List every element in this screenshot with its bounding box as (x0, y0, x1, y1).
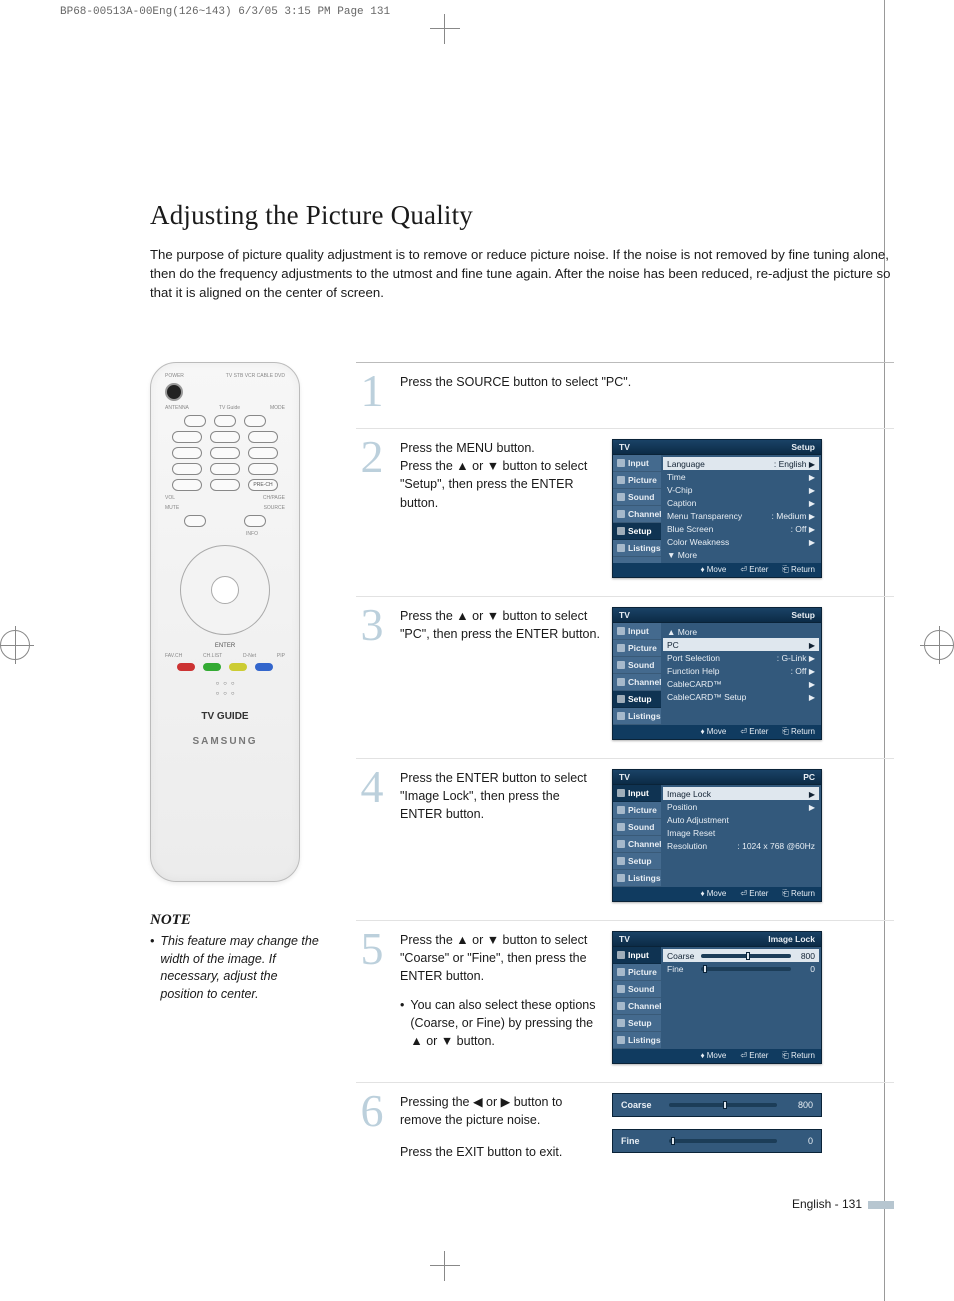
registration-mark-icon (924, 630, 954, 660)
osd-image-lock: TVImage LockInputPictureSoundChannelSetu… (612, 931, 822, 1064)
crop-mark-icon (430, 1251, 460, 1281)
page-title: Adjusting the Picture Quality (150, 200, 894, 231)
step-5: 5 Press the ▲ or ▼ button to select "Coa… (356, 921, 894, 1083)
step-2: 2 Press the MENU button. Press the ▲ or … (356, 429, 894, 597)
osd-setup-menu-pc: TVSetupInputPictureSoundChannelSetupList… (612, 607, 822, 740)
page-tab-icon (868, 1201, 894, 1209)
osd-pc-menu: TVPCInputPictureSoundChannelSetupListing… (612, 769, 822, 902)
step-number: 4 (356, 769, 388, 806)
step-1: 1 Press the SOURCE button to select "PC"… (356, 363, 894, 429)
print-job-header: BP68-00513A-00Eng(126~143) 6/3/05 3:15 P… (60, 6, 390, 18)
step-number: 3 (356, 607, 388, 644)
note-body: This feature may change the width of the… (150, 933, 320, 1003)
step-number: 6 (356, 1093, 388, 1130)
note-heading: NOTE (150, 912, 320, 929)
power-icon (165, 383, 183, 401)
osd-setup-menu: TVSetupInputPictureSoundChannelSetupList… (612, 439, 822, 578)
intro-paragraph: The purpose of picture quality adjustmen… (150, 245, 894, 302)
brand-logo: SAMSUNG (192, 736, 257, 747)
remote-control-illustration: POWERTV STB VCR CABLE DVD ANTENNATV Guid… (150, 362, 300, 882)
crop-mark-icon (430, 14, 460, 44)
step-number: 5 (356, 931, 388, 968)
registration-mark-icon (0, 630, 30, 660)
step-number: 2 (356, 439, 388, 476)
adjust-bar: Fine0 (612, 1129, 822, 1153)
step-3: 3 Press the ▲ or ▼ button to select "PC"… (356, 597, 894, 759)
tv-guide-logo: TV GUIDE (201, 711, 248, 722)
step-4: 4 Press the ENTER button to select "Imag… (356, 759, 894, 921)
page-footer: English - 131 (792, 1197, 894, 1211)
adjust-bar: Coarse800 (612, 1093, 822, 1117)
step-6: 6 Pressing the ◀ or ▶ button to remove t… (356, 1083, 894, 1179)
dpad-icon (180, 545, 270, 635)
step-number: 1 (356, 373, 388, 410)
